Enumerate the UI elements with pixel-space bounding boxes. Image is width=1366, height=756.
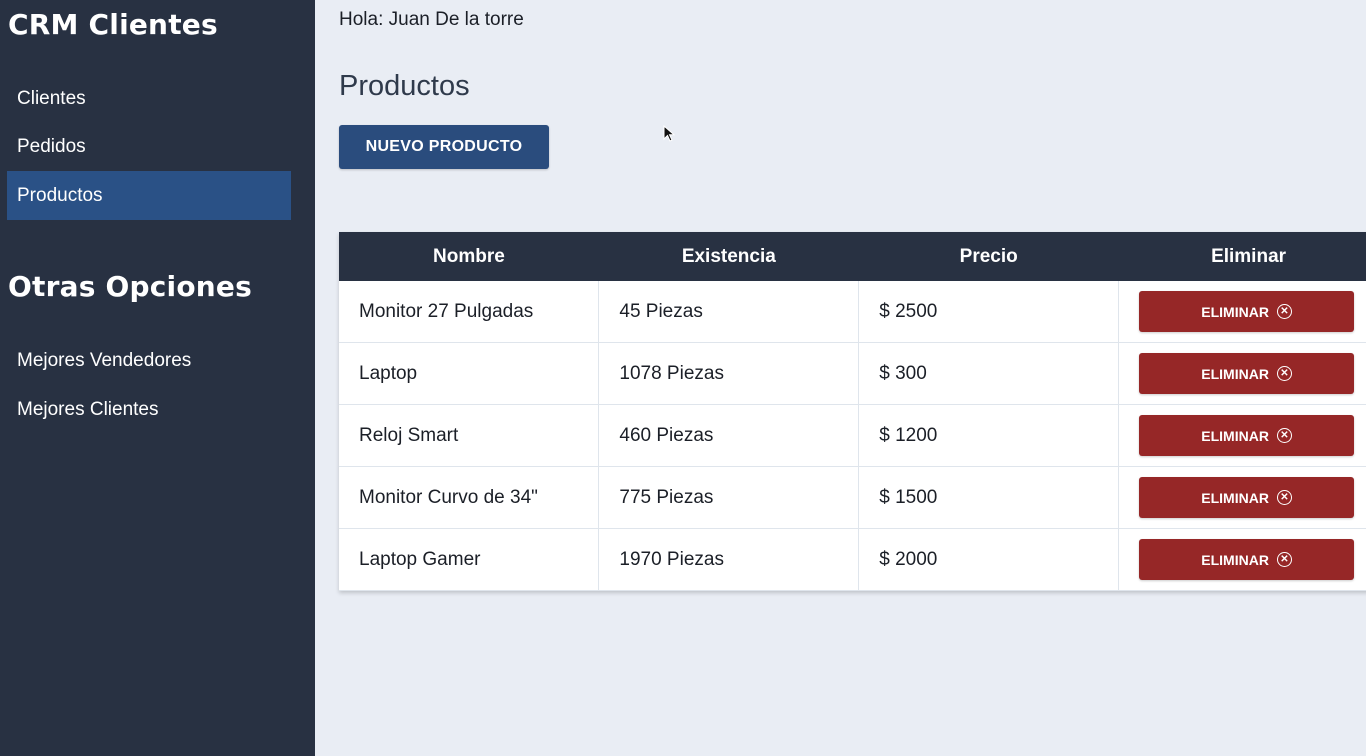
main-content: Hola: Juan De la torre Productos NUEVO P… xyxy=(315,0,1366,756)
table-row: Monitor Curvo de 34" 775 Piezas $ 1500 E… xyxy=(339,466,1366,529)
cell-existencia: 775 Piezas xyxy=(598,466,860,529)
table-row: Monitor 27 Pulgadas 45 Piezas $ 2500 ELI… xyxy=(339,281,1366,343)
delete-button[interactable]: ELIMINAR ✕ xyxy=(1139,291,1355,332)
cell-precio: $ 2500 xyxy=(858,281,1120,343)
products-table: Nombre Existencia Precio Eliminar Monito… xyxy=(339,232,1366,591)
cell-existencia: 1078 Piezas xyxy=(598,342,860,405)
cell-existencia: 45 Piezas xyxy=(598,281,860,343)
cell-existencia: 460 Piezas xyxy=(598,404,860,467)
delete-button[interactable]: ELIMINAR ✕ xyxy=(1139,353,1355,394)
sidebar-item-productos[interactable]: Productos xyxy=(7,171,291,220)
cell-nombre: Reloj Smart xyxy=(339,404,600,467)
x-circle-icon: ✕ xyxy=(1276,366,1292,381)
x-circle-icon: ✕ xyxy=(1276,552,1292,567)
cell-nombre: Monitor Curvo de 34" xyxy=(339,466,600,529)
x-circle-icon: ✕ xyxy=(1276,428,1292,443)
sidebar-item-label: Mejores Vendedores xyxy=(17,349,192,371)
table-row: Reloj Smart 460 Piezas $ 1200 ELIMINAR ✕ xyxy=(339,404,1366,467)
cell-precio: $ 2000 xyxy=(858,528,1120,591)
sidebar: CRM Clientes Clientes Pedidos Productos … xyxy=(0,0,315,756)
delete-button-label: ELIMINAR xyxy=(1201,303,1269,320)
user-greeting: Hola: Juan De la torre xyxy=(339,9,524,30)
section-title: Otras Opciones xyxy=(8,270,252,303)
column-header-existencia: Existencia xyxy=(598,232,859,281)
cell-eliminar: ELIMINAR ✕ xyxy=(1118,404,1366,467)
cell-eliminar: ELIMINAR ✕ xyxy=(1118,342,1366,405)
column-header-nombre: Nombre xyxy=(339,232,599,281)
delete-button[interactable]: ELIMINAR ✕ xyxy=(1139,477,1355,518)
delete-button[interactable]: ELIMINAR ✕ xyxy=(1139,539,1355,580)
cell-precio: $ 1500 xyxy=(858,466,1120,529)
cell-precio: $ 1200 xyxy=(858,404,1120,467)
sidebar-item-mejores-vendedores[interactable]: Mejores Vendedores xyxy=(7,336,291,385)
sidebar-item-label: Productos xyxy=(17,184,103,206)
cell-precio: $ 300 xyxy=(858,342,1120,405)
cell-nombre: Laptop Gamer xyxy=(339,528,600,591)
brand-title: CRM Clientes xyxy=(8,8,218,41)
new-product-button[interactable]: NUEVO PRODUCTO xyxy=(339,125,549,169)
x-circle-icon: ✕ xyxy=(1276,490,1292,505)
delete-button-label: ELIMINAR xyxy=(1201,365,1269,382)
sidebar-item-label: Mejores Clientes xyxy=(17,398,159,420)
mouse-pointer-icon xyxy=(663,125,675,142)
cell-eliminar: ELIMINAR ✕ xyxy=(1118,466,1366,529)
table-header-row: Nombre Existencia Precio Eliminar xyxy=(339,232,1366,281)
cell-nombre: Laptop xyxy=(339,342,600,405)
column-header-eliminar: Eliminar xyxy=(1118,232,1366,281)
delete-button-label: ELIMINAR xyxy=(1201,489,1269,506)
delete-button-label: ELIMINAR xyxy=(1201,551,1269,568)
sidebar-item-mejores-clientes[interactable]: Mejores Clientes xyxy=(7,385,291,434)
table-row: Laptop Gamer 1970 Piezas $ 2000 ELIMINAR… xyxy=(339,528,1366,591)
table-row: Laptop 1078 Piezas $ 300 ELIMINAR ✕ xyxy=(339,342,1366,405)
x-circle-icon: ✕ xyxy=(1276,304,1292,319)
delete-button-label: ELIMINAR xyxy=(1201,427,1269,444)
sidebar-item-label: Clientes xyxy=(17,87,86,109)
page-title: Productos xyxy=(339,70,470,102)
cell-eliminar: ELIMINAR ✕ xyxy=(1118,528,1366,591)
sidebar-item-clientes[interactable]: Clientes xyxy=(7,74,291,123)
sidebar-item-pedidos[interactable]: Pedidos xyxy=(7,122,291,171)
column-header-precio: Precio xyxy=(858,232,1119,281)
sidebar-item-label: Pedidos xyxy=(17,135,86,157)
cell-existencia: 1970 Piezas xyxy=(598,528,860,591)
cell-eliminar: ELIMINAR ✕ xyxy=(1118,281,1366,343)
delete-button[interactable]: ELIMINAR ✕ xyxy=(1139,415,1355,456)
cell-nombre: Monitor 27 Pulgadas xyxy=(339,281,600,343)
